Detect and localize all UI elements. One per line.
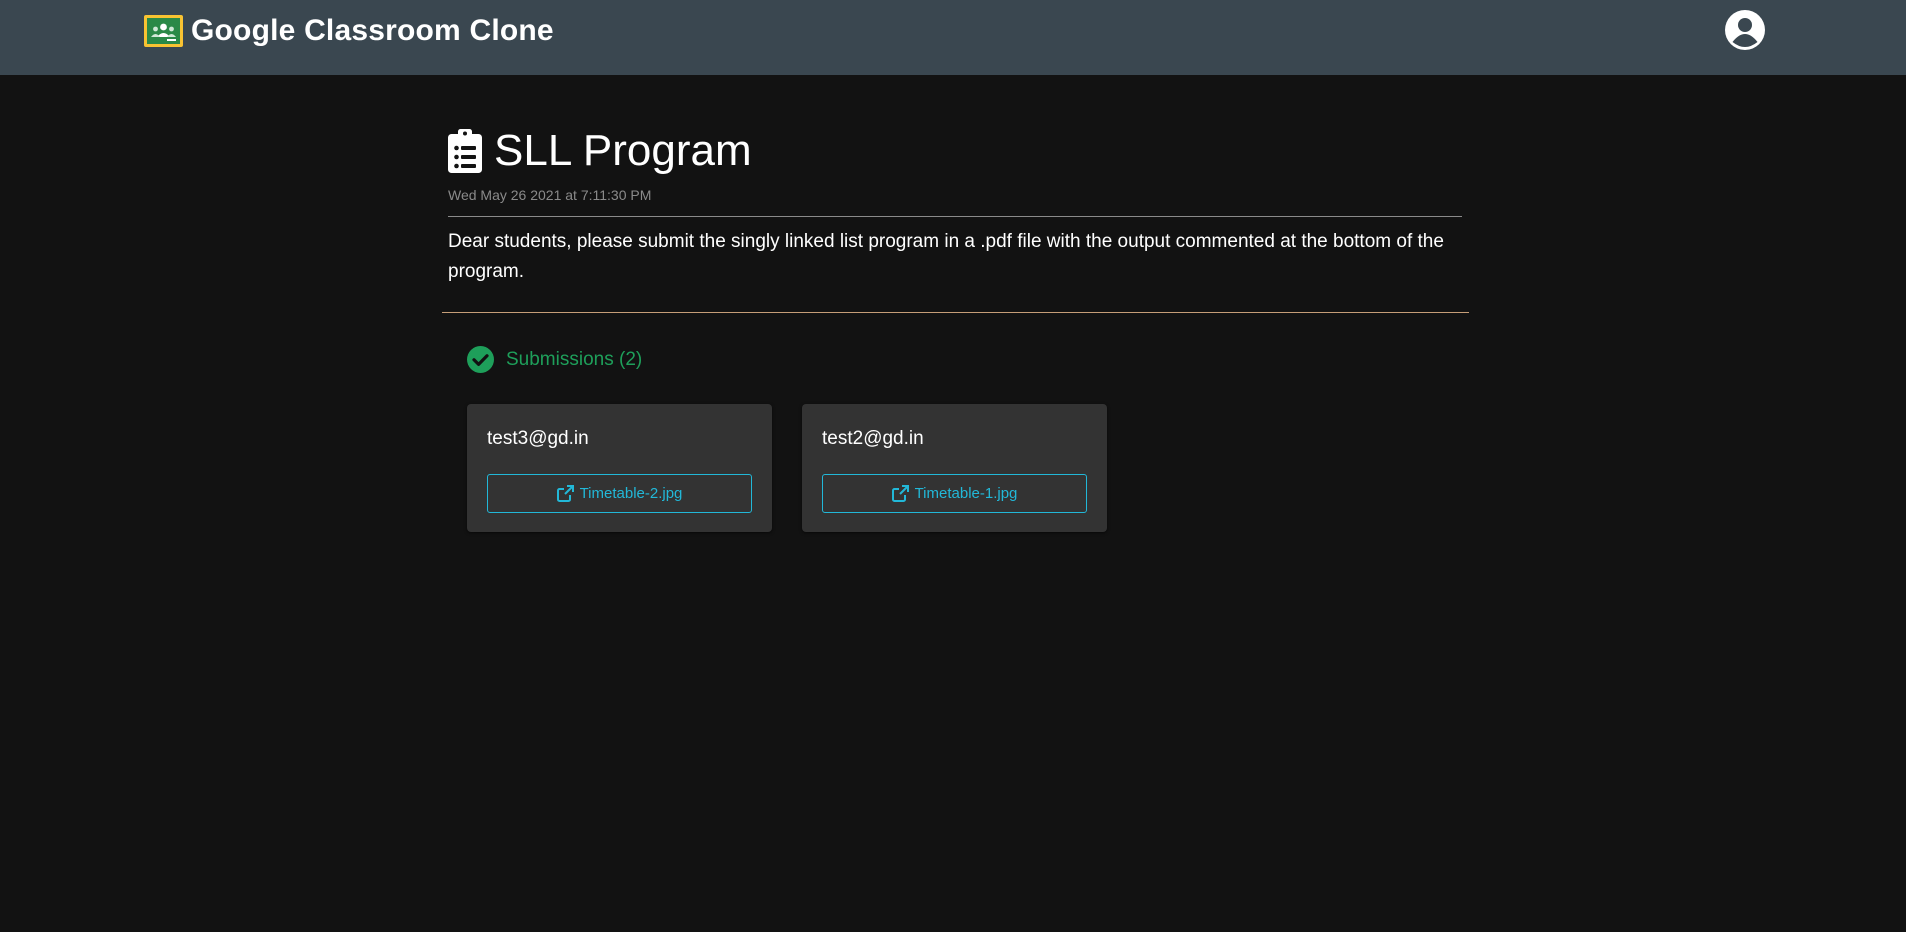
title-divider [448,216,1462,217]
submission-file-name: Timetable-1.jpg [914,484,1018,502]
open-submission-file-button[interactable]: Timetable-1.jpg [822,474,1087,513]
top-navbar: Google Classroom Clone [0,0,1906,75]
external-link-icon [891,485,909,502]
brand-title: Google Classroom Clone [191,14,554,47]
google-classroom-logo-icon [144,15,183,47]
account-circle-icon [1725,10,1765,50]
assignment-description: Dear students, please submit the singly … [448,231,1444,282]
external-link-icon [556,485,574,502]
assignment-title: SLL Program [494,126,752,175]
submission-card: test3@gd.in Timetable-2.jpg [467,404,772,532]
assignment-title-row: SLL Program [448,125,752,177]
clipboard-list-icon [448,129,482,173]
submission-email: test3@gd.in [487,428,589,449]
check-circle-icon [467,346,494,373]
assignment-timestamp: Wed May 26 2021 at 7:11:30 PM [448,187,652,203]
brand-home-link[interactable]: Google Classroom Clone [144,14,554,48]
submission-file-name: Timetable-2.jpg [579,484,683,502]
section-divider [442,312,1469,313]
account-button[interactable] [1725,10,1765,50]
open-submission-file-button[interactable]: Timetable-2.jpg [487,474,752,513]
submission-email: test2@gd.in [822,428,924,449]
submissions-count-label: Submissions (2) [506,349,643,370]
submissions-header: Submissions (2) [467,346,642,373]
submission-card: test2@gd.in Timetable-1.jpg [802,404,1107,532]
